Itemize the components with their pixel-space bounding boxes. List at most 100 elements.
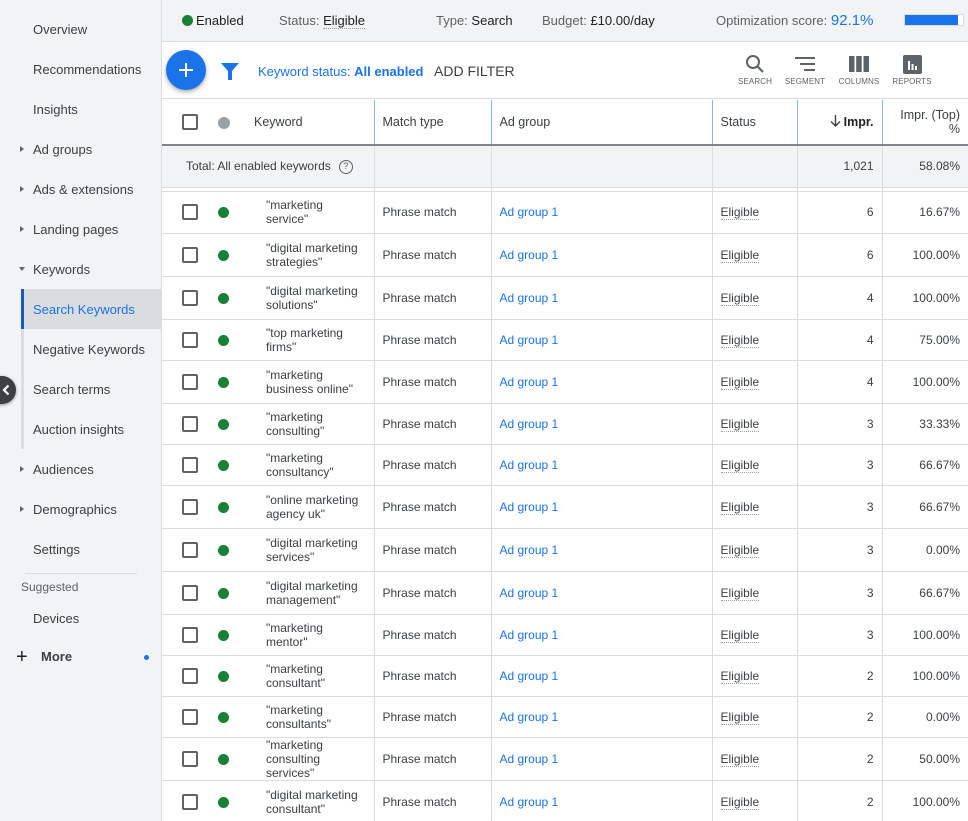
enabled-dot-icon[interactable] [218, 418, 229, 430]
status-value[interactable]: Eligible [323, 13, 366, 29]
row-checkbox[interactable] [182, 246, 198, 263]
row-checkbox[interactable] [182, 498, 198, 515]
keyword-cell[interactable]: "marketing mentor" [246, 614, 374, 656]
help-icon[interactable]: ? [338, 159, 353, 174]
match-type-cell[interactable]: Phrase match [373, 614, 491, 656]
keyword-cell[interactable]: "digital marketing consultant" [246, 780, 374, 821]
keyword-cell[interactable]: "marketing service" [246, 191, 374, 234]
more-button[interactable]: + More [0, 645, 161, 669]
table-row[interactable]: "digital marketing services" Phrase match… [162, 528, 968, 572]
status-value[interactable]: Eligible [720, 290, 760, 306]
keyword-cell[interactable]: "digital marketing strategies" [246, 233, 374, 277]
header-impr[interactable]: Impr. [796, 100, 882, 146]
match-type-cell[interactable]: Phrase match [373, 571, 491, 615]
match-type-cell[interactable]: Phrase match [373, 233, 491, 277]
match-type-cell[interactable]: Phrase match [373, 319, 491, 361]
add-filter-button[interactable]: ADD FILTER [434, 63, 515, 79]
sidebar-item-settings[interactable]: Settings [0, 529, 161, 569]
table-row[interactable]: "digital marketing management" Phrase mat… [162, 571, 968, 615]
keyword-cell[interactable]: "digital marketing solutions" [246, 276, 374, 320]
table-row[interactable]: "online marketing agency uk" Phrase match… [162, 485, 968, 529]
reports-button[interactable]: REPORTS [885, 51, 939, 93]
enabled-dot-icon[interactable] [218, 207, 229, 219]
keyword-cell[interactable]: "online marketing agency uk" [246, 485, 374, 529]
ad-group-link[interactable]: Ad group 1 [500, 500, 559, 514]
add-keyword-button[interactable] [166, 50, 206, 90]
enabled-dot-icon[interactable] [218, 711, 229, 723]
ad-group-link[interactable]: Ad group 1 [500, 586, 559, 600]
table-row[interactable]: "marketing business online" Phrase match A… [162, 360, 968, 404]
row-checkbox[interactable] [182, 331, 198, 348]
table-row[interactable]: "marketing consultants" Phrase match Ad gr… [162, 696, 968, 738]
header-select-all[interactable] [162, 100, 206, 146]
row-checkbox[interactable] [182, 708, 198, 725]
row-checkbox[interactable] [182, 667, 198, 684]
enabled-dot-icon[interactable] [218, 670, 229, 682]
status-value[interactable]: Eligible [720, 585, 760, 601]
keyword-cell[interactable]: "marketing business online" [246, 360, 374, 404]
table-row[interactable]: "marketing mentor" Phrase match Ad group 1… [162, 614, 968, 656]
ad-group-link[interactable]: Ad group 1 [500, 458, 559, 472]
enabled-dot-icon[interactable] [218, 629, 229, 641]
header-keyword[interactable]: Keyword [246, 100, 374, 146]
ad-group-link[interactable]: Ad group 1 [500, 795, 559, 809]
segment-button[interactable]: SEGMENT [778, 51, 832, 93]
ad-group-link[interactable]: Ad group 1 [500, 333, 559, 347]
match-type-cell[interactable]: Phrase match [373, 191, 491, 234]
table-row[interactable]: "marketing consultant" Phrase match Ad gro… [162, 655, 968, 697]
status-value[interactable]: Eligible [720, 627, 760, 643]
header-match-type[interactable]: Match type [373, 100, 491, 146]
status-value[interactable]: Eligible [720, 668, 760, 684]
sidebar-item-recommendations[interactable]: Recommendations [0, 49, 161, 89]
status-value[interactable]: Eligible [720, 499, 760, 515]
keyword-cell[interactable]: "digital marketing management" [246, 571, 374, 615]
table-row[interactable]: "marketing consultancy" Phrase match Ad gr… [162, 444, 968, 486]
sidebar-item-demographics[interactable]: Demographics [0, 489, 161, 529]
select-all-checkbox[interactable] [182, 114, 198, 130]
sidebar-item-insights[interactable]: Insights [0, 89, 161, 129]
ad-group-link[interactable]: Ad group 1 [500, 752, 559, 766]
keyword-cell[interactable]: "marketing consultant" [246, 655, 374, 697]
header-ad-group[interactable]: Ad group [490, 100, 712, 146]
match-type-cell[interactable]: Phrase match [373, 696, 491, 738]
sidebar-item-search-terms[interactable]: Search terms [21, 369, 161, 409]
table-row[interactable]: "marketing consulting services" Phrase ma… [162, 737, 968, 781]
match-type-cell[interactable]: Phrase match [373, 444, 491, 486]
enabled-dot-icon[interactable] [218, 292, 229, 304]
row-checkbox[interactable] [182, 415, 198, 432]
keyword-cell[interactable]: "top marketing firms" [246, 319, 374, 361]
enabled-status[interactable]: Enabled [182, 13, 244, 28]
match-type-cell[interactable]: Phrase match [373, 528, 491, 572]
columns-button[interactable]: COLUMNS [832, 51, 886, 93]
match-type-cell[interactable]: Phrase match [373, 737, 491, 781]
sidebar-item-negative-keywords[interactable]: Negative Keywords [21, 329, 161, 369]
status-value[interactable]: Eligible [720, 457, 760, 473]
sidebar-item-ads-extensions[interactable]: Ads & extensions [0, 169, 161, 209]
keyword-cell[interactable]: "digital marketing services" [246, 528, 374, 572]
row-checkbox[interactable] [182, 584, 198, 601]
sidebar-item-audiences[interactable]: Audiences [0, 449, 161, 489]
status-value[interactable]: Eligible [720, 374, 760, 390]
sidebar-item-devices[interactable]: Devices [0, 598, 161, 638]
status-value[interactable]: Eligible [720, 751, 760, 767]
status-value[interactable]: Eligible [720, 416, 760, 432]
keyword-status-filter[interactable]: Keyword status: All enabled [258, 64, 423, 79]
filter-icon[interactable] [221, 63, 239, 80]
header-impr-top[interactable]: Impr. (Top) % [881, 100, 968, 146]
status-value[interactable]: Eligible [720, 205, 760, 220]
match-type-cell[interactable]: Phrase match [373, 360, 491, 404]
row-checkbox[interactable] [182, 204, 198, 220]
row-checkbox[interactable] [182, 626, 198, 643]
optimization-score[interactable]: Optimization score: 92.1% [716, 12, 873, 29]
table-row[interactable]: "marketing service" Phrase match Ad group … [162, 191, 968, 234]
match-type-cell[interactable]: Phrase match [373, 485, 491, 529]
status-value[interactable]: Eligible [720, 794, 760, 810]
row-checkbox[interactable] [182, 750, 198, 767]
keyword-cell[interactable]: "marketing consulting services" [246, 737, 374, 781]
sidebar-item-landing-pages[interactable]: Landing pages [0, 209, 161, 249]
enabled-dot-icon[interactable] [218, 249, 229, 261]
sidebar-item-search-keywords[interactable]: Search Keywords [21, 289, 161, 329]
ad-group-link[interactable]: Ad group 1 [500, 710, 559, 724]
status-value[interactable]: Eligible [720, 332, 760, 348]
keyword-cell[interactable]: "marketing consultants" [246, 696, 374, 738]
